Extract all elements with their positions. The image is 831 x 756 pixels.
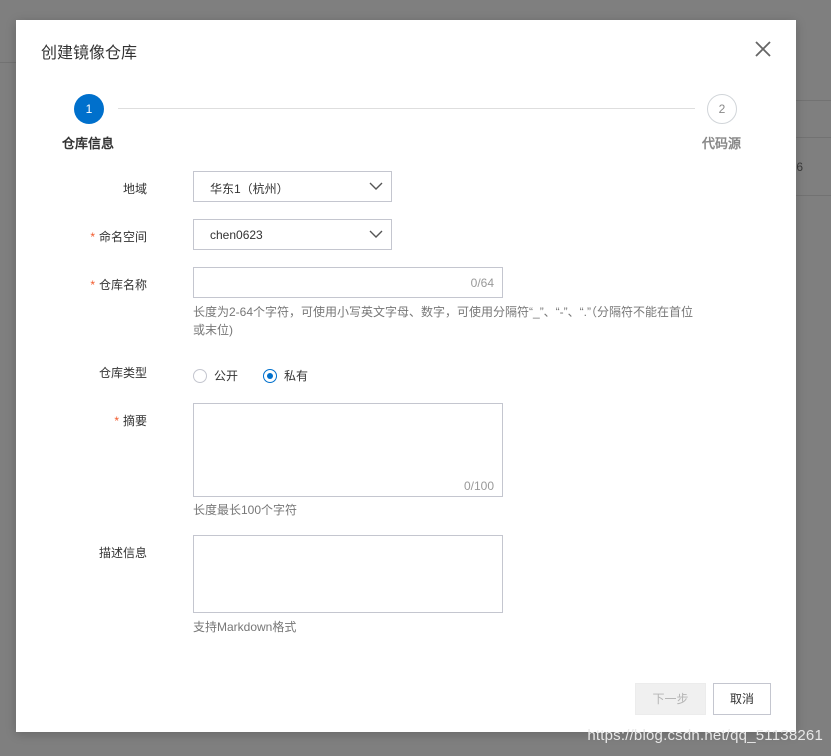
chevron-down-icon (369, 230, 383, 238)
namespace-select[interactable]: chen0623 (193, 219, 392, 250)
repo-type-public-option[interactable]: 公开 (193, 367, 238, 384)
step-1-label: 仓库信息 (62, 136, 115, 151)
namespace-value: chen0623 (210, 228, 263, 242)
summary-counter: 0/100 (463, 479, 494, 493)
repo-name-input[interactable]: 0/64 (193, 267, 503, 298)
step-2-indicator: 2 (707, 94, 737, 124)
background-divider (796, 100, 831, 101)
chevron-down-icon (369, 182, 383, 190)
repo-name-label: * 仓库名称 (90, 278, 147, 292)
watermark: https://blog.csdn.net/qq_51138261 (587, 727, 823, 744)
cancel-button[interactable]: 取消 (713, 683, 771, 715)
region-select[interactable]: 华东1（杭州） (193, 171, 392, 202)
description-label: 描述信息 (98, 546, 147, 560)
radio-private[interactable] (263, 368, 277, 383)
repo-name-help: 长度为2-64个字符，可使用小写英文字母、数字，可使用分隔符“_”、“-”、“.… (193, 305, 694, 337)
required-mark: * (114, 414, 119, 428)
required-mark: * (90, 230, 95, 244)
radio-private-label: 私有 (284, 369, 309, 383)
radio-public[interactable] (193, 368, 207, 383)
background-text: 6 (796, 160, 803, 174)
repo-type-label: 仓库类型 (98, 366, 147, 380)
repo-name-counter: 0/64 (470, 276, 494, 290)
description-help: 支持Markdown格式 (193, 620, 297, 634)
background-divider (0, 62, 16, 63)
region-value: 华东1（杭州） (210, 182, 289, 196)
step-connector (118, 108, 695, 109)
background-divider (796, 137, 831, 138)
summary-textarea[interactable]: 0/100 (193, 403, 503, 497)
radio-public-label: 公开 (214, 369, 239, 383)
step-2-label: 代码源 (702, 136, 742, 151)
next-step-button[interactable]: 下一步 (635, 683, 706, 715)
required-mark: * (90, 278, 95, 292)
step-1-indicator: 1 (74, 94, 104, 124)
description-textarea[interactable] (193, 535, 503, 613)
namespace-label: * 命名空间 (90, 230, 147, 244)
summary-label: * 摘要 (114, 414, 147, 428)
region-label: 地域 (122, 182, 147, 196)
background-divider (796, 195, 831, 196)
create-repository-dialog: 创建镜像仓库 1 2 仓库信息 代码源 地域 华东1（杭州） * 命名空间 che… (16, 20, 796, 732)
close-icon[interactable] (753, 39, 773, 59)
summary-help: 长度最长100个字符 (193, 503, 298, 517)
repo-type-private-option[interactable]: 私有 (263, 367, 308, 384)
dialog-title: 创建镜像仓库 (41, 45, 138, 62)
